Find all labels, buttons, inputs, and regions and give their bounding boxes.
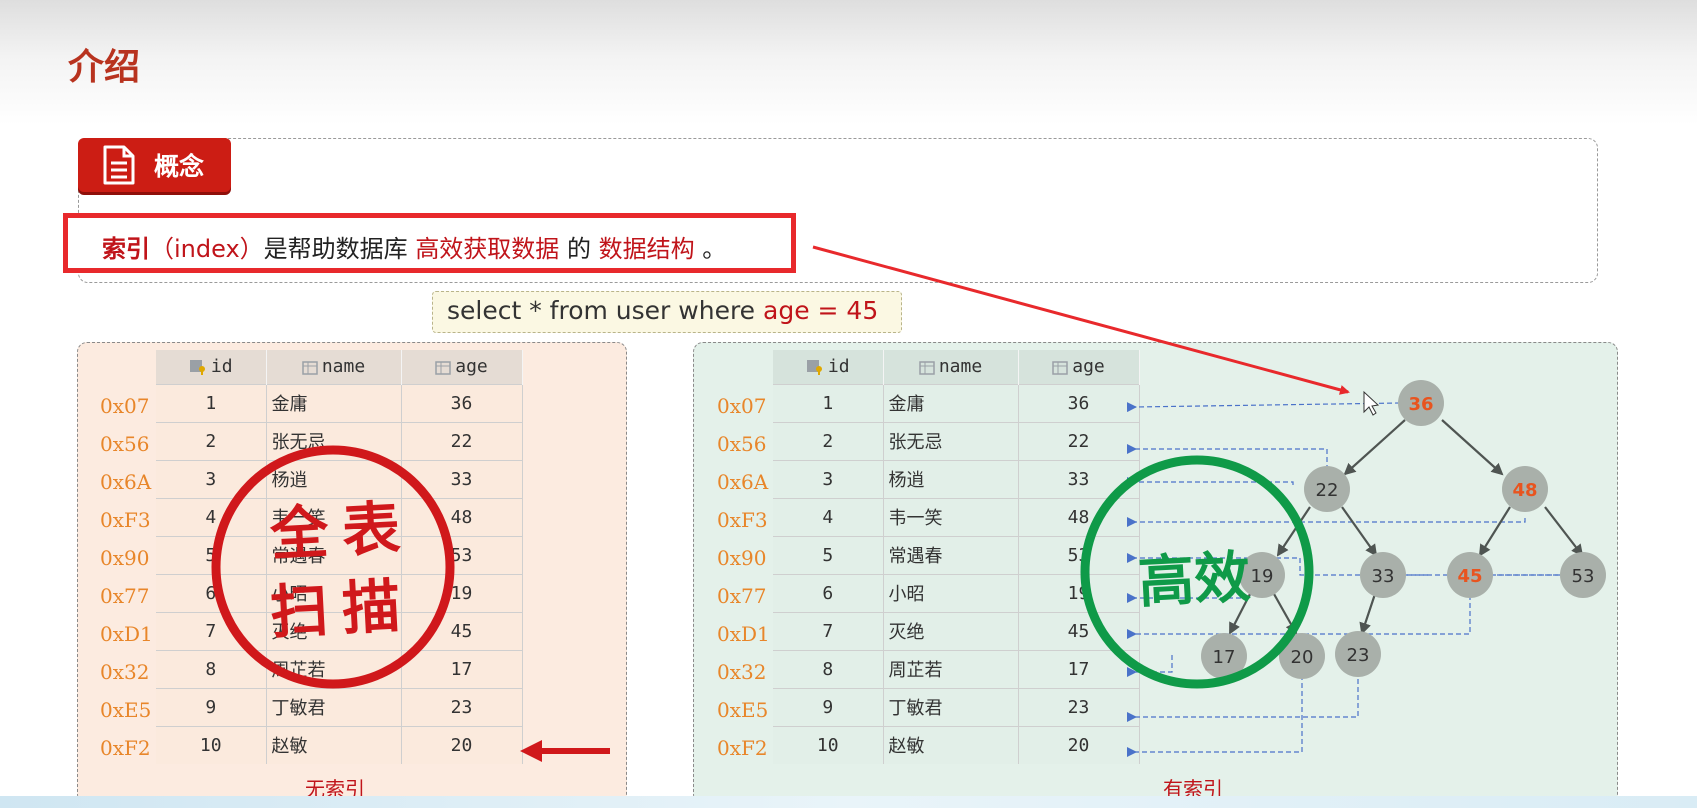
tree-node-53: 53: [1560, 552, 1606, 598]
mouse-cursor-icon: [1363, 390, 1380, 416]
efficient-stamp-text: 高效: [1136, 545, 1252, 616]
svg-text:17: 17: [1213, 647, 1236, 668]
pointer-arrow: [812, 245, 1350, 395]
tree-node-48: 48: [1502, 466, 1548, 512]
svg-text:33: 33: [1372, 566, 1395, 587]
diagram-overlay: 36 22 48 19 33 45 53 17 20 23: [211, 245, 1606, 762]
svg-text:48: 48: [1512, 480, 1537, 501]
tree-edges: [1229, 419, 1584, 635]
tree-node-22: 22: [1304, 466, 1350, 512]
full-scan-stamp-line1: 全表: [268, 493, 416, 569]
svg-text:20: 20: [1291, 647, 1314, 668]
svg-text:45: 45: [1457, 566, 1482, 587]
svg-text:36: 36: [1408, 394, 1433, 415]
tree-node-33: 33: [1360, 552, 1406, 598]
bottom-wave: [0, 796, 1697, 808]
svg-text:23: 23: [1347, 645, 1370, 666]
svg-text:22: 22: [1316, 480, 1339, 501]
full-scan-stamp-line2: 扫描: [268, 571, 416, 647]
tree-node-23: 23: [1335, 631, 1381, 677]
svg-text:19: 19: [1251, 566, 1274, 587]
tree-node-45: 45: [1447, 552, 1493, 598]
tree-node-36: 36: [1398, 380, 1444, 426]
svg-text:53: 53: [1572, 566, 1595, 587]
scan-arrow: [520, 740, 610, 762]
